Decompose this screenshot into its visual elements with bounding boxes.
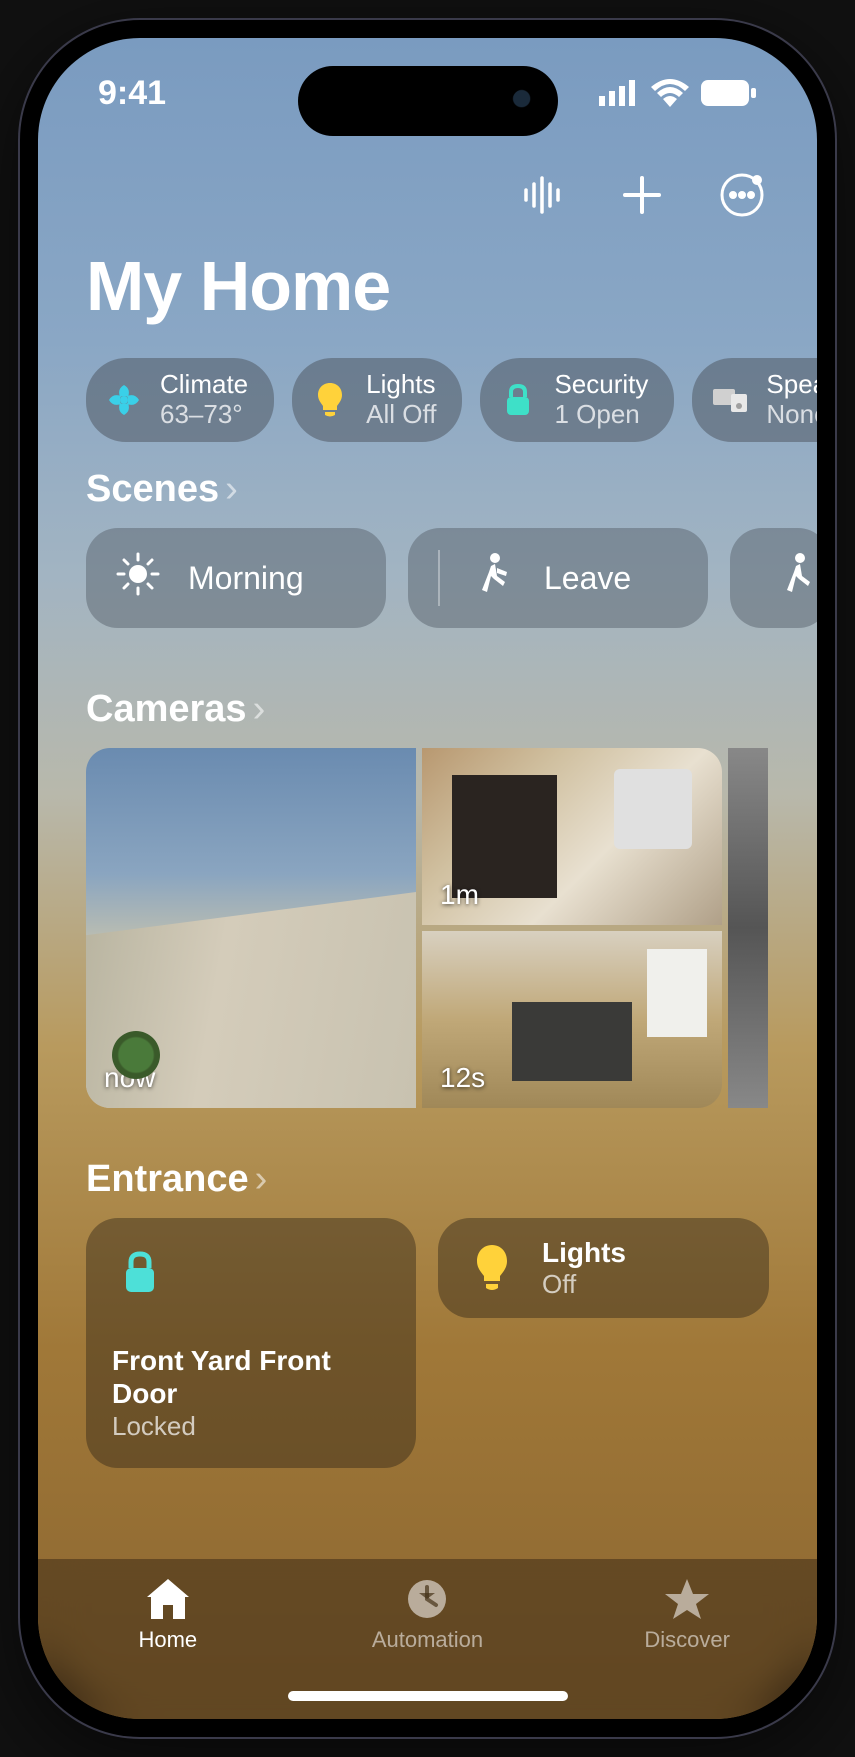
chip-label: Lights (366, 370, 436, 400)
scene-leave[interactable]: Leave (408, 528, 708, 628)
cameras-header[interactable]: Cameras › (86, 688, 265, 731)
chip-value: None (766, 400, 817, 430)
camera-gym[interactable]: 1m (422, 748, 722, 925)
entrance-header[interactable]: Entrance › (86, 1158, 267, 1201)
more-button[interactable] (715, 168, 769, 222)
chip-value: 63–73° (160, 400, 248, 430)
divider (438, 550, 440, 606)
entrance-tiles: Front Yard Front Door Locked Lights Off (86, 1218, 769, 1468)
scenes-row: Morning Leave (86, 528, 817, 628)
scene-morning[interactable]: Morning (86, 528, 386, 628)
tile-label: Lights (542, 1236, 626, 1270)
bulb-icon (464, 1240, 520, 1296)
tile-status: Locked (112, 1411, 390, 1442)
camera-front-yard[interactable]: now (86, 748, 416, 1108)
chip-speakers[interactable]: Spea None (692, 358, 817, 442)
section-title: Entrance (86, 1158, 249, 1201)
chip-value: All Off (366, 400, 436, 430)
page-title: My Home (86, 246, 390, 326)
bulb-icon (308, 378, 352, 422)
camera-stack: 1m 12s (422, 748, 722, 1108)
scenes-header[interactable]: Scenes › (86, 468, 238, 511)
person-walking-icon (472, 552, 516, 604)
tab-label: Automation (372, 1627, 483, 1653)
wifi-icon (651, 79, 689, 107)
chevron-right-icon: › (253, 688, 266, 731)
tab-automation[interactable]: Automation (347, 1577, 507, 1653)
chip-climate[interactable]: Climate 63–73° (86, 358, 274, 442)
tab-home[interactable]: Home (88, 1577, 248, 1653)
chip-security[interactable]: Security 1 Open (480, 358, 674, 442)
screen: 9:41 My Home (38, 38, 817, 1719)
scene-label: Leave (544, 560, 631, 597)
tile-front-door-lock[interactable]: Front Yard Front Door Locked (86, 1218, 416, 1468)
chip-value: 1 Open (554, 400, 648, 430)
chip-label: Spea (766, 370, 817, 400)
scene-label: Morning (188, 560, 304, 597)
camera-more[interactable] (728, 748, 768, 1108)
section-title: Scenes (86, 468, 219, 511)
chevron-right-icon: › (255, 1158, 268, 1201)
status-time: 9:41 (98, 74, 166, 113)
person-walking-icon (782, 552, 816, 604)
fan-icon (102, 378, 146, 422)
chip-lights[interactable]: Lights All Off (292, 358, 462, 442)
camera-timestamp: now (104, 1062, 155, 1094)
tv-icon (708, 378, 752, 422)
header-actions (515, 168, 769, 222)
tile-entrance-lights[interactable]: Lights Off (438, 1218, 769, 1318)
home-indicator[interactable] (288, 1691, 568, 1701)
category-chips: Climate 63–73° Lights All Off Security (86, 358, 817, 442)
chip-label: Climate (160, 370, 248, 400)
lock-icon (496, 378, 540, 422)
tile-status: Off (542, 1269, 626, 1300)
scene-arrive[interactable] (730, 528, 817, 628)
tab-label: Discover (644, 1627, 730, 1653)
intercom-icon[interactable] (515, 168, 569, 222)
phone-frame: 9:41 My Home (20, 20, 835, 1737)
camera-kitchen[interactable]: 12s (422, 931, 722, 1108)
tile-label: Front Yard Front Door (112, 1344, 390, 1411)
sun-icon (116, 552, 160, 604)
section-title: Cameras (86, 688, 247, 731)
lock-icon (112, 1244, 168, 1300)
chip-label: Security (554, 370, 648, 400)
camera-timestamp: 1m (440, 879, 479, 911)
tab-discover[interactable]: Discover (607, 1577, 767, 1653)
cameras-grid: now 1m 12s (86, 748, 817, 1108)
chevron-right-icon: › (225, 468, 238, 511)
camera-timestamp: 12s (440, 1062, 485, 1094)
add-button[interactable] (615, 168, 669, 222)
tab-label: Home (138, 1627, 197, 1653)
cellular-icon (599, 80, 639, 106)
battery-icon (701, 80, 757, 106)
dynamic-island (298, 66, 558, 136)
status-indicators (599, 79, 757, 107)
